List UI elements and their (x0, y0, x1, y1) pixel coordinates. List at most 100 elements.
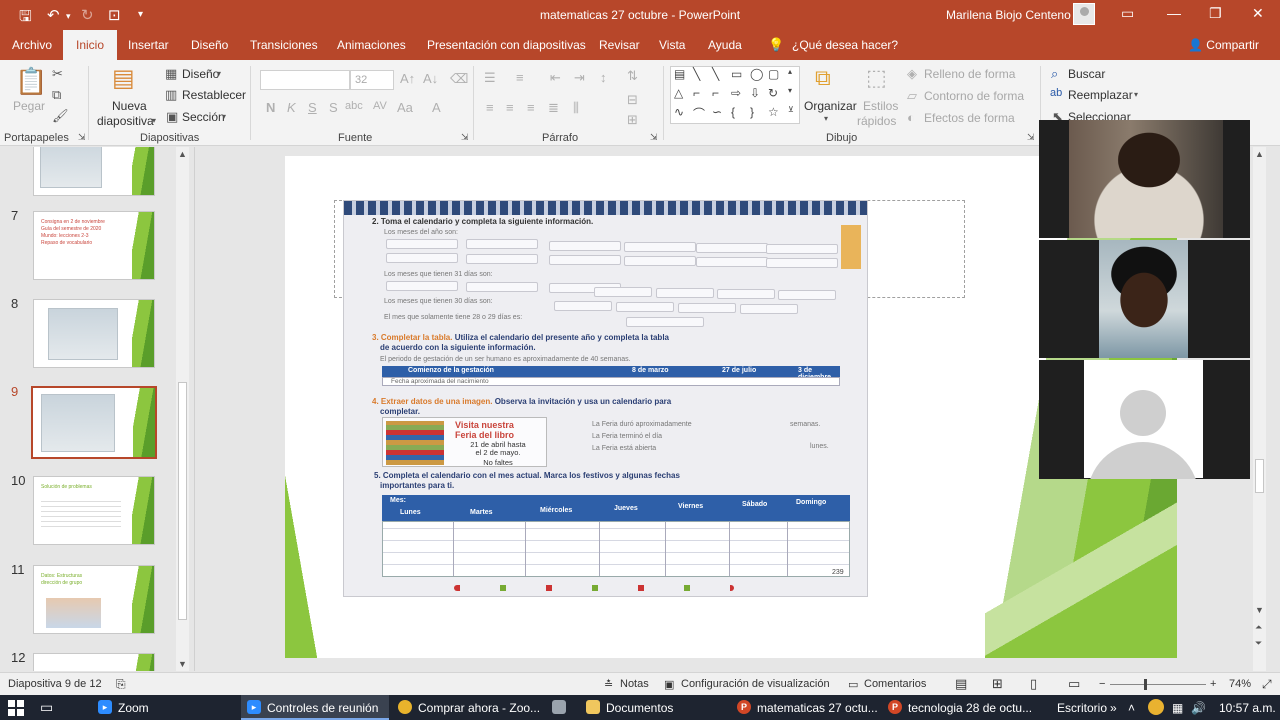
section-button[interactable]: Sección (182, 110, 225, 124)
shape-fill-icon[interactable]: ◈ (907, 66, 917, 82)
customize-quick-access-icon[interactable]: ▾ (138, 9, 143, 20)
tab-vista[interactable]: Vista (659, 38, 685, 52)
scroll-up-icon[interactable]: ▲ (1255, 149, 1264, 159)
shape-outline-button[interactable]: Contorno de forma (924, 89, 1024, 103)
gallery-more-icon[interactable]: ⊻ (788, 105, 794, 114)
redo-icon[interactable]: ↻ (81, 6, 94, 24)
increase-font-icon[interactable]: A↑ (400, 71, 415, 86)
zoom-out-icon[interactable]: − (1099, 678, 1105, 690)
numbering-icon[interactable]: ≡ (516, 70, 524, 85)
replace-icon[interactable]: ab (1050, 87, 1062, 99)
brace-shape-icon[interactable]: { (731, 105, 735, 119)
reading-view-icon[interactable]: ▯ (1030, 676, 1037, 692)
textbox-shape-icon[interactable]: ▤ (674, 67, 685, 81)
scroll-up-icon[interactable]: ▲ (178, 149, 187, 159)
line-shape-icon[interactable]: ╲ (712, 67, 719, 81)
shape-fill-button[interactable]: Relleno de forma (924, 67, 1015, 81)
comments-button[interactable]: Comentarios (864, 678, 926, 690)
zoom-level[interactable]: 74% (1229, 678, 1251, 690)
freeform-shape-icon[interactable]: ∿ (674, 105, 684, 119)
video-tile-participant-1[interactable] (1039, 120, 1250, 238)
slide-thumbnail[interactable]: Solución de problemas (33, 476, 155, 545)
bold-icon[interactable]: N (266, 100, 275, 115)
zoom-in-icon[interactable]: + (1210, 678, 1216, 690)
view-settings-icon[interactable]: ▣ (664, 678, 674, 691)
scroll-down-icon[interactable]: ▼ (1255, 605, 1264, 615)
connector-shape-icon[interactable]: ⌐ (693, 86, 700, 100)
tab-presentacion[interactable]: Presentación con diapositivas (427, 38, 586, 52)
new-slide-label-1[interactable]: Nueva (112, 99, 147, 113)
new-slide-dropdown-icon[interactable]: ▾ (152, 116, 156, 125)
tab-ayuda[interactable]: Ayuda (708, 38, 742, 52)
format-painter-icon[interactable]: 🖌 (52, 108, 69, 124)
toolbar-expand-icon[interactable]: » (1110, 701, 1117, 715)
copy-icon[interactable]: ⧉ (52, 87, 61, 103)
paragraph-launcher-icon[interactable]: ⇲ (650, 132, 658, 143)
replace-button[interactable]: Reemplazar (1068, 88, 1133, 102)
minimize-icon[interactable]: — (1167, 5, 1181, 21)
shapes-gallery[interactable]: ▤ ╲ ╲ ▭ ◯ ▢ △ ⌐ ⌐ ⇨ ⇩ ↻ ∿ ⌒ ∽ { } ☆ ▴ ▾ … (670, 66, 800, 124)
paste-button[interactable]: Pegar (13, 99, 45, 113)
cut-icon[interactable]: ✂ (52, 66, 63, 82)
clear-formatting-icon[interactable]: ⌫ (450, 71, 468, 87)
bullets-icon[interactable]: ☰ (484, 70, 496, 86)
clock[interactable]: 10:57 a.m. (1219, 701, 1276, 715)
quick-styles-label-1[interactable]: Estilos (863, 99, 898, 113)
slide-thumbnail[interactable] (33, 147, 155, 196)
tab-revisar[interactable]: Revisar (599, 38, 640, 52)
tell-me-search[interactable]: ¿Qué desea hacer? (792, 38, 898, 52)
shape-outline-icon[interactable]: ▱ (907, 88, 917, 104)
increase-indent-icon[interactable]: ⇥ (574, 70, 585, 86)
columns-icon[interactable]: ⫼ (573, 100, 579, 116)
layout-button[interactable]: Diseño (182, 67, 219, 81)
decrease-font-icon[interactable]: A↓ (423, 71, 438, 86)
zoom-slider-knob[interactable] (1144, 679, 1147, 690)
smartart-icon[interactable]: ⊞ (627, 112, 638, 128)
editor-scrollbar[interactable]: ▲ ▼ ⏶ ⏷ (1253, 147, 1266, 671)
taskbar-app-powerpoint-1[interactable]: Pmatematicas 27 octu... (731, 695, 879, 720)
change-case-icon[interactable]: Aa (397, 100, 413, 115)
strikethrough-icon[interactable]: abc (345, 100, 363, 112)
italic-icon[interactable]: K (287, 100, 296, 115)
notes-icon[interactable]: ≛ (604, 678, 613, 691)
shape-effects-icon[interactable]: ◐ (907, 110, 915, 125)
start-from-beginning-icon[interactable]: ⊡ (108, 6, 121, 24)
tab-animaciones[interactable]: Animaciones (337, 38, 406, 52)
slide-thumbnail-selected[interactable] (31, 386, 157, 459)
curve-shape-icon[interactable]: ⌒ (693, 105, 705, 122)
layout-icon[interactable]: ▦ (165, 66, 177, 82)
thumbnail-scrollbar[interactable]: ▲ ▼ (176, 147, 189, 671)
slide-thumbnail[interactable]: Consigna en 2 de noviembre Guía del seme… (33, 211, 155, 280)
line-shape-icon[interactable]: ╲ (693, 67, 700, 81)
find-icon[interactable]: ⌕ (1051, 66, 1058, 82)
shadow-icon[interactable]: S (329, 100, 338, 115)
tab-inicio[interactable]: Inicio (63, 30, 118, 60)
volume-icon[interactable]: 🔊 (1191, 701, 1206, 715)
reset-button[interactable]: Restablecer (182, 88, 246, 102)
arrow-shape-icon[interactable]: ⇩ (750, 86, 760, 100)
underline-icon[interactable]: S (308, 100, 317, 115)
section-dropdown-icon[interactable]: ▾ (222, 112, 226, 121)
workbook-photo[interactable]: 2. Toma el calendario y completa la sigu… (343, 200, 868, 597)
notes-button[interactable]: Notas (620, 678, 649, 690)
windows-start-icon[interactable] (8, 700, 24, 716)
taskbar-app-settings[interactable] (546, 695, 576, 720)
slide-thumbnail[interactable] (33, 299, 155, 368)
zoom-slider[interactable] (1110, 684, 1206, 685)
clipboard-launcher-icon[interactable]: ⇲ (78, 132, 86, 143)
fit-slide-icon[interactable]: ⤢ (1262, 677, 1272, 692)
quick-styles-icon[interactable]: ⬚ (866, 65, 887, 91)
align-left-icon[interactable]: ≡ (486, 100, 494, 115)
font-launcher-icon[interactable]: ⇲ (461, 132, 469, 143)
tray-chevron-icon[interactable]: ˄ (1128, 701, 1135, 715)
share-button[interactable]: 👤 Compartir (1188, 38, 1259, 52)
scrollbar-thumb[interactable] (1255, 459, 1264, 493)
section-icon[interactable]: ▣ (166, 109, 178, 125)
gallery-down-icon[interactable]: ▾ (788, 86, 792, 95)
reset-icon[interactable]: ▥ (165, 87, 177, 103)
font-color-icon[interactable]: A (432, 100, 441, 115)
align-text-icon[interactable]: ⊟ (627, 92, 638, 108)
normal-view-icon[interactable]: ▤ (955, 676, 967, 692)
taskbar-app-documents[interactable]: Documentos (580, 695, 728, 720)
view-settings-button[interactable]: Configuración de visualización (681, 678, 830, 690)
